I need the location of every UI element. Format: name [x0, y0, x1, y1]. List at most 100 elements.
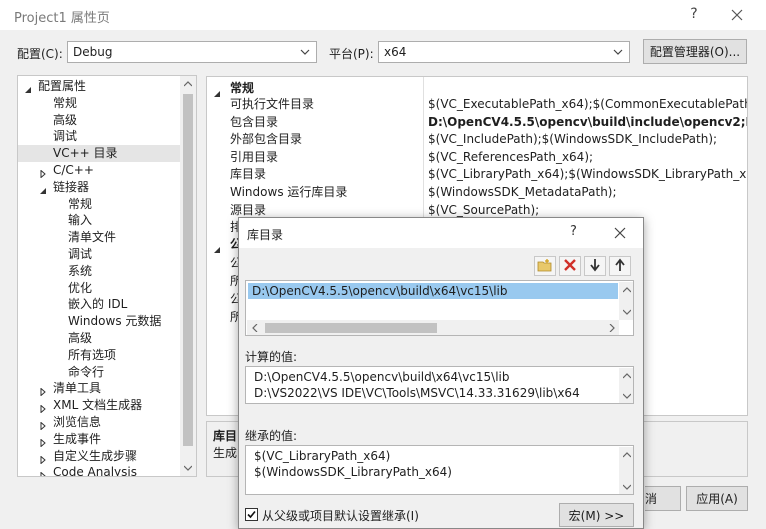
- tree-item[interactable]: 所有选项: [18, 347, 180, 364]
- list-item-selected[interactable]: D:\OpenCV4.5.5\opencv\build\x64\vc15\lib: [248, 283, 618, 299]
- inherit-checkbox[interactable]: [245, 508, 258, 521]
- property-row[interactable]: 外部包含目录 $(VC_IncludePath);$(WindowsSDK_Inc…: [207, 131, 747, 148]
- tree-item[interactable]: 系统: [18, 263, 180, 280]
- dialog-title: 库目录: [247, 228, 284, 242]
- directory-entry[interactable]: D:\OpenCV4.5.5\opencv\build\x64\vc15\lib: [252, 284, 508, 298]
- property-key: 可执行文件目录: [230, 97, 315, 111]
- property-value[interactable]: $(VC_ReferencesPath_x64);: [428, 149, 593, 166]
- property-value[interactable]: $(VC_LibraryPath_x64);$(WindowsSDK_Libra…: [428, 166, 747, 183]
- grid-category-general[interactable]: 常规: [207, 79, 747, 97]
- inherited-vscroll[interactable]: [619, 447, 633, 494]
- expand-icon[interactable]: [39, 384, 47, 397]
- tree-item[interactable]: Code Analysis: [18, 464, 180, 477]
- property-row[interactable]: 可执行文件目录 $(VC_ExecutablePath_x64);$(Common…: [207, 96, 747, 113]
- property-key: 包含目录: [230, 114, 279, 129]
- tree-item[interactable]: XML 文档生成器: [18, 397, 180, 414]
- delete-button[interactable]: [559, 256, 581, 276]
- expand-icon[interactable]: [39, 452, 47, 465]
- expand-icon[interactable]: [39, 418, 47, 431]
- computed-value-line: D:\VS2022\VS IDE\VC\Tools\MSVC\14.33.316…: [254, 386, 580, 400]
- inherited-value-line: $(WindowsSDK_LibraryPath_x64): [254, 465, 452, 479]
- close-icon[interactable]: [611, 224, 629, 242]
- move-up-button[interactable]: [609, 256, 631, 276]
- tree-item[interactable]: 自定义生成步骤: [18, 448, 180, 465]
- scrollbar-thumb[interactable]: [265, 323, 437, 333]
- property-row[interactable]: 库目录 $(VC_LibraryPath_x64);$(WindowsSDK_Li…: [207, 166, 747, 183]
- tree-item[interactable]: 高级: [18, 112, 180, 129]
- expand-icon[interactable]: [39, 435, 47, 448]
- property-value[interactable]: $(VC_IncludePath);$(WindowsSDK_IncludePa…: [428, 131, 717, 148]
- chevron-down-icon[interactable]: [619, 388, 633, 403]
- tree-item[interactable]: 清单文件: [18, 229, 180, 246]
- tree-item[interactable]: 命令行: [18, 364, 180, 381]
- tree-item[interactable]: 生成事件: [18, 431, 180, 448]
- tree-item[interactable]: 清单工具: [18, 380, 180, 397]
- tree-item-label: 命令行: [68, 364, 105, 379]
- tree-item[interactable]: 输入: [18, 212, 180, 229]
- tree-item[interactable]: 配置属性: [18, 78, 180, 95]
- new-folder-button[interactable]: [534, 256, 556, 276]
- chevron-left-icon[interactable]: [247, 320, 262, 335]
- tree-item[interactable]: 常规: [18, 95, 180, 112]
- dialog-help-button[interactable]: ?: [570, 224, 577, 239]
- chevron-down-icon[interactable]: [619, 479, 633, 494]
- tree-item[interactable]: 优化: [18, 280, 180, 297]
- tree-item[interactable]: 链接器: [18, 179, 180, 196]
- property-row[interactable]: 引用目录 $(VC_ReferencesPath_x64);: [207, 149, 747, 166]
- config-select-value: Debug: [73, 45, 113, 59]
- tree-item[interactable]: C/C++: [18, 162, 180, 179]
- property-value[interactable]: $(VC_ExecutablePath_x64);$(CommonExecuta…: [428, 96, 747, 113]
- scrollbar-thumb[interactable]: [183, 94, 193, 446]
- chevron-right-icon[interactable]: [604, 320, 619, 335]
- computed-vscroll[interactable]: [619, 368, 633, 403]
- tree-item-label: Code Analysis: [53, 465, 137, 477]
- directory-list[interactable]: D:\OpenCV4.5.5\opencv\build\x64\vc15\lib: [245, 280, 634, 336]
- property-value[interactable]: D:\OpenCV4.5.5\opencv\build\include\open…: [428, 114, 747, 131]
- config-manager-button[interactable]: 配置管理器(O)...: [643, 39, 747, 64]
- inherited-value-line: $(VC_LibraryPath_x64): [254, 449, 391, 463]
- move-down-button[interactable]: [584, 256, 606, 276]
- cancel-button[interactable]: 消: [645, 486, 681, 511]
- macro-button[interactable]: 宏(M) >>: [559, 503, 634, 527]
- chevron-up-icon[interactable]: [180, 76, 196, 92]
- tree-item[interactable]: 高级: [18, 330, 180, 347]
- tree-item[interactable]: 常规: [18, 196, 180, 213]
- inherit-checkbox-label[interactable]: 从父级或项目默认设置继承(I): [262, 507, 419, 524]
- close-icon[interactable]: [726, 4, 748, 26]
- chevron-down-icon[interactable]: [619, 304, 633, 320]
- tree-item-label: 嵌入的 IDL: [68, 297, 128, 312]
- chevron-down-icon[interactable]: [180, 460, 196, 476]
- tree-item-label: C/C++: [53, 163, 94, 177]
- help-button[interactable]: ?: [686, 6, 702, 22]
- chevron-up-icon[interactable]: [619, 282, 633, 298]
- tree-item-label: 生成事件: [53, 431, 102, 446]
- tree-item[interactable]: 嵌入的 IDL: [18, 296, 180, 313]
- delete-icon: [563, 258, 577, 275]
- tree-item[interactable]: 调试: [18, 128, 180, 145]
- property-value[interactable]: $(WindowsSDK_MetadataPath);: [428, 184, 617, 201]
- inherited-values-label: 继承的值:: [245, 429, 298, 443]
- expand-icon[interactable]: [39, 166, 47, 179]
- apply-button[interactable]: 应用(A): [686, 486, 748, 511]
- list-vscroll[interactable]: [619, 282, 633, 320]
- tree-item[interactable]: VC++ 目录: [18, 145, 180, 163]
- property-row[interactable]: 包含目录 D:\OpenCV4.5.5\opencv\build\include\…: [207, 114, 747, 131]
- tree-scrollbar[interactable]: [180, 76, 196, 476]
- collapse-icon[interactable]: [24, 82, 32, 93]
- tree-item-label: VC++ 目录: [53, 146, 118, 161]
- chevron-up-icon[interactable]: [619, 368, 633, 384]
- platform-select-value: x64: [384, 45, 407, 59]
- chevron-up-icon[interactable]: [619, 447, 633, 463]
- tree-item[interactable]: 浏览信息: [18, 414, 180, 431]
- property-key: 外部包含目录: [230, 132, 303, 147]
- expand-icon[interactable]: [39, 401, 47, 414]
- platform-select[interactable]: x64: [378, 41, 630, 63]
- dialog-title-bar: 库目录 ?: [239, 218, 643, 248]
- tree-item[interactable]: Windows 元数据: [18, 313, 180, 330]
- tree-item[interactable]: 调试: [18, 246, 180, 263]
- list-hscroll[interactable]: [247, 320, 619, 335]
- expand-icon[interactable]: [39, 468, 47, 476]
- config-select[interactable]: Debug: [67, 41, 317, 63]
- collapse-icon[interactable]: [39, 183, 47, 194]
- property-row[interactable]: Windows 运行库目录 $(WindowsSDK_MetadataPath);: [207, 184, 747, 201]
